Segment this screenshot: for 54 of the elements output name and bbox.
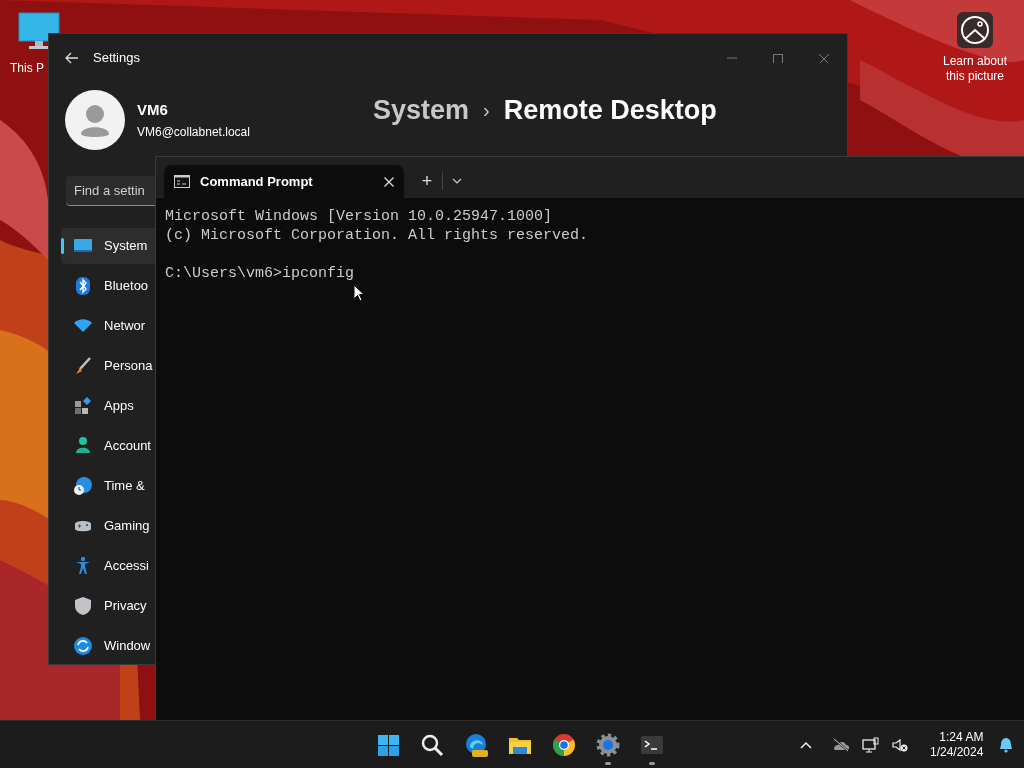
- sidebar-item[interactable]: Privacy: [61, 588, 156, 624]
- console-icon: [174, 175, 190, 188]
- sidebar-item[interactable]: Gaming: [61, 508, 156, 544]
- apps-grid-icon: [73, 396, 93, 416]
- sidebar-item[interactable]: Persona: [61, 348, 156, 384]
- back-arrow-icon[interactable]: [65, 52, 79, 64]
- browser-icon: [464, 732, 488, 757]
- bluetooth-icon: [73, 276, 93, 296]
- gear-icon: [596, 732, 620, 757]
- network-monitor-icon[interactable]: [862, 736, 880, 753]
- terminal-line: Microsoft Windows [Version 10.0.25947.1000]: [165, 207, 554, 226]
- spotlight-label[interactable]: Learn about this picture: [935, 54, 1015, 84]
- profile-email: VM6@collabnet.local: [137, 124, 250, 142]
- sidebar-item[interactable]: Account: [61, 428, 156, 464]
- speaker-muted-icon[interactable]: [892, 737, 908, 752]
- bell-icon[interactable]: [999, 736, 1014, 753]
- running-indicator: [649, 762, 655, 765]
- sync-icon: [73, 636, 93, 656]
- breadcrumb-separator: ›: [483, 98, 490, 124]
- chrome-icon: [552, 732, 576, 757]
- chevron-up-icon[interactable]: [800, 740, 812, 749]
- maximize-icon[interactable]: [772, 53, 784, 63]
- profile-name: VM6: [137, 99, 169, 120]
- clock-date[interactable]: 1/24/2024: [930, 744, 984, 760]
- person-icon: [73, 436, 93, 456]
- terminal-line: (c) Microsoft Corporation. All rights reserved.: [165, 226, 590, 245]
- cloud-off-icon[interactable]: [832, 737, 850, 752]
- clock-globe-icon: [73, 476, 93, 496]
- sidebar-item[interactable]: Accessi: [61, 548, 156, 584]
- terminal-tab[interactable]: Command Prompt: [164, 165, 404, 198]
- monitor-icon[interactable]: [18, 12, 60, 50]
- selection-indicator: [61, 238, 64, 254]
- chevron-down-icon[interactable]: [452, 178, 462, 184]
- sidebar-item[interactable]: Time &: [61, 468, 156, 504]
- new-tab-button[interactable]: +: [412, 168, 442, 194]
- window-title: Settings: [93, 49, 140, 68]
- page-title: Remote Desktop: [503, 94, 717, 127]
- clock-time[interactable]: 1:24 AM: [939, 729, 984, 745]
- breadcrumb-link[interactable]: System: [373, 90, 470, 131]
- sidebar-item[interactable]: Apps: [61, 388, 156, 424]
- windows-logo-icon: [376, 732, 400, 757]
- paintbrush-icon: [73, 356, 93, 376]
- sidebar-item[interactable]: Window: [61, 628, 156, 664]
- running-indicator: [605, 762, 611, 765]
- desktop-icon-label[interactable]: This P: [10, 59, 44, 77]
- terminal-prompt: C:\Users\vm6>ipconfig: [165, 264, 356, 283]
- mouse-pointer-icon: [353, 284, 365, 302]
- avatar-icon[interactable]: [65, 90, 125, 150]
- sidebar-item[interactable]: Bluetoo: [61, 268, 156, 304]
- sidebar-item[interactable]: Networ: [61, 308, 156, 344]
- sidebar-item[interactable]: System: [61, 228, 156, 264]
- search-icon: [420, 732, 444, 757]
- shield-icon: [73, 596, 93, 616]
- search-field[interactable]: Find a settin: [66, 176, 156, 206]
